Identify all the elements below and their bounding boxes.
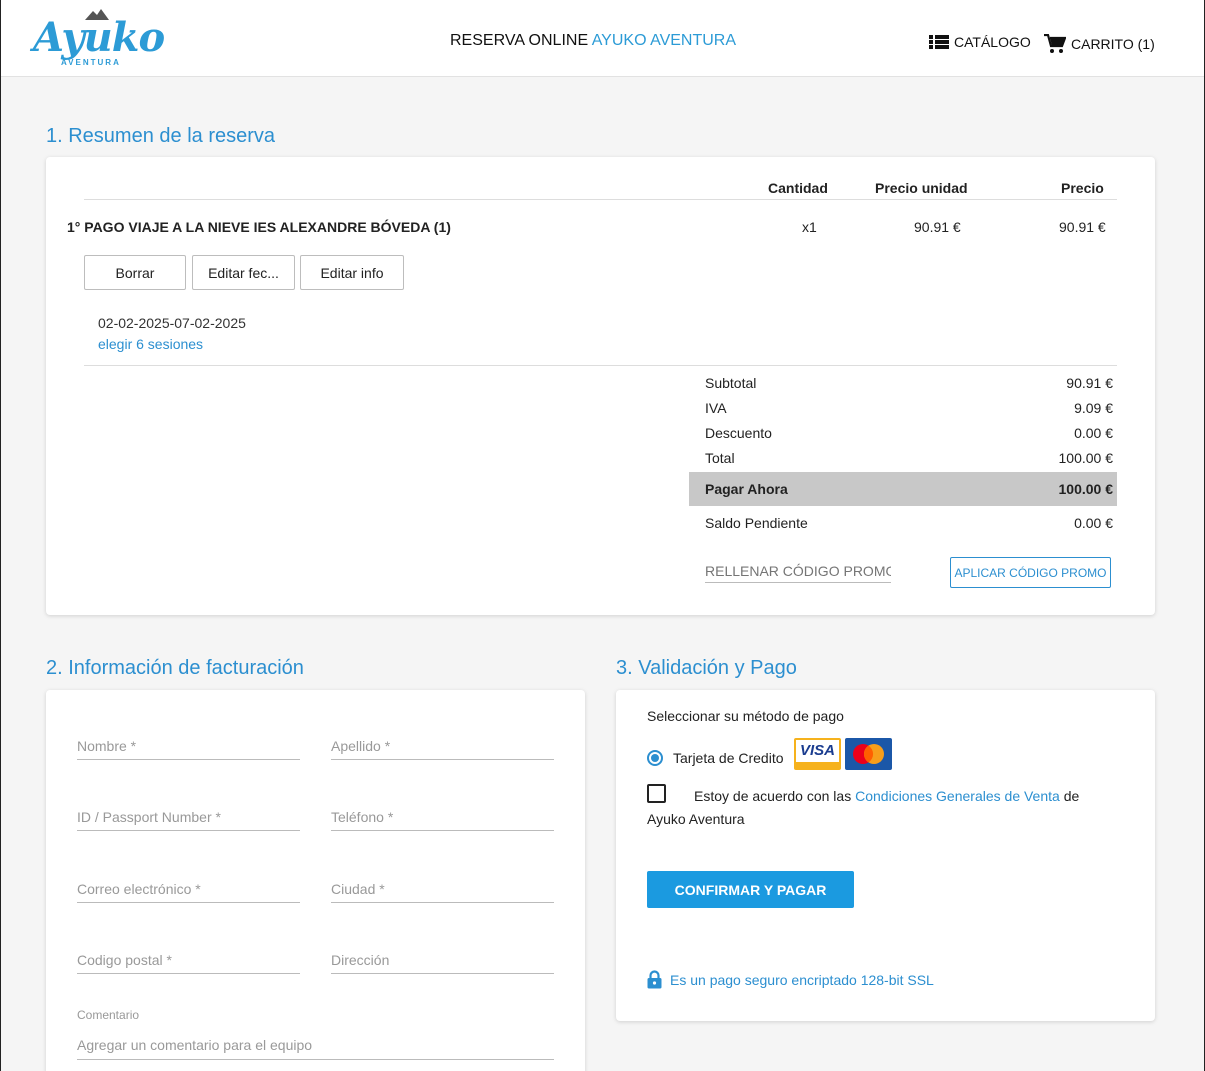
email-field[interactable] (77, 875, 300, 903)
last-name-field[interactable] (331, 732, 554, 760)
catalog-label: CATÁLOGO (954, 34, 1031, 50)
title-prefix: RESERVA ONLINE (450, 32, 589, 49)
logo-wordmark: Ayuko (33, 14, 165, 61)
postal-code-field[interactable] (77, 946, 300, 974)
iva-label: IVA (705, 400, 727, 416)
cart-label: CARRITO (1) (1071, 36, 1155, 52)
item-quantity: x1 (802, 219, 817, 235)
choose-sessions-link[interactable]: elegir 6 sesiones (98, 336, 203, 352)
page-title: RESERVA ONLINE AYUKO AVENTURA (450, 32, 736, 50)
edit-info-button[interactable]: Editar info (300, 255, 404, 290)
divider (84, 199, 1117, 200)
id-passport-field[interactable] (77, 803, 300, 831)
total-value: 100.00 € (1058, 450, 1114, 466)
subtotal-label: Subtotal (705, 375, 757, 391)
billing-title: 2. Información de facturación (46, 657, 304, 679)
visa-text: VISA (796, 740, 839, 762)
confirm-pay-button[interactable]: CONFIRMAR Y PAGAR (647, 871, 854, 908)
catalog-link[interactable]: CATÁLOGO (929, 34, 1031, 50)
secure-payment-note: Es un pago seguro encriptado 128-bit SSL (647, 970, 934, 989)
apply-promo-button[interactable]: APLICAR CÓDIGO PROMO (950, 557, 1111, 588)
iva-value: 9.09 € (1074, 400, 1113, 416)
iva-row: IVA 9.09 € (705, 400, 1113, 416)
item-price: 90.91 € (1059, 219, 1106, 235)
summary-title: 1. Resumen de la reserva (46, 125, 276, 147)
edit-dates-button[interactable]: Editar fec... (192, 255, 295, 290)
billing-card: Comentario (46, 690, 585, 1071)
phone-field[interactable] (331, 803, 554, 831)
pay-now-value: 100.00 € (1058, 481, 1114, 497)
ayuko-logo[interactable]: Ayuko AVENTURA (33, 9, 165, 72)
pending-label: Saldo Pendiente (705, 515, 808, 531)
total-label: Total (705, 450, 735, 466)
summary-card: Cantidad Precio unidad Precio 1° PAGO VI… (46, 157, 1155, 615)
discount-row: Descuento 0.00 € (705, 425, 1113, 441)
city-field[interactable] (331, 875, 554, 903)
pending-value: 0.00 € (1074, 515, 1113, 531)
promo-code-input[interactable] (705, 559, 891, 583)
col-quantity: Cantidad (768, 180, 828, 196)
cart-link[interactable]: CARRITO (1) (1044, 34, 1155, 54)
title-accent: AYUKO AVENTURA (591, 32, 737, 49)
mastercard-icon (845, 738, 892, 770)
payment-method-label: Seleccionar su método de pago (647, 708, 844, 724)
comment-label: Comentario (77, 1008, 140, 1022)
item-name: 1° PAGO VIAJE A LA NIEVE IES ALEXANDRE B… (67, 219, 451, 235)
total-row: Total 100.00 € (705, 450, 1113, 466)
delete-button[interactable]: Borrar (84, 255, 186, 290)
first-name-field[interactable] (77, 732, 300, 760)
list-icon (929, 35, 949, 49)
col-price: Precio (1061, 180, 1104, 196)
cart-icon (1044, 34, 1066, 53)
subtotal-value: 90.91 € (1066, 375, 1113, 391)
pending-row: Saldo Pendiente 0.00 € (705, 515, 1113, 531)
credit-card-label: Tarjeta de Credito (673, 750, 784, 766)
credit-card-radio[interactable] (647, 750, 663, 766)
secure-text: Es un pago seguro encriptado 128-bit SSL (670, 971, 934, 988)
discount-label: Descuento (705, 425, 772, 441)
mastercard-circles (853, 744, 884, 764)
subtotal-row: Subtotal 90.91 € (705, 375, 1113, 391)
comment-field[interactable] (77, 1030, 554, 1060)
discount-value: 0.00 € (1074, 425, 1113, 441)
item-unit-price: 90.91 € (914, 219, 961, 235)
payment-title: 3. Validación y Pago (616, 657, 797, 679)
address-field[interactable] (331, 946, 554, 974)
item-dates: 02-02-2025-07-02-2025 (98, 315, 246, 331)
pay-now-label: Pagar Ahora (705, 481, 788, 497)
payment-card: Seleccionar su método de pago Tarjeta de… (616, 690, 1155, 1021)
logo-subtitle: AVENTURA (61, 58, 121, 67)
lock-icon (647, 970, 662, 989)
terms-link[interactable]: Condiciones Generales de Venta (855, 788, 1060, 804)
pay-now-row: Pagar Ahora 100.00 € (689, 472, 1117, 506)
divider (84, 365, 1117, 366)
terms-prefix: Estoy de acuerdo con las (694, 788, 852, 804)
visa-icon: VISA (794, 738, 841, 770)
terms-text: Estoy de acuerdo con las Condiciones Gen… (647, 785, 1117, 831)
col-unit-price: Precio unidad (875, 180, 968, 196)
top-bar: Ayuko AVENTURA RESERVA ONLINE AYUKO AVEN… (1, 0, 1204, 77)
